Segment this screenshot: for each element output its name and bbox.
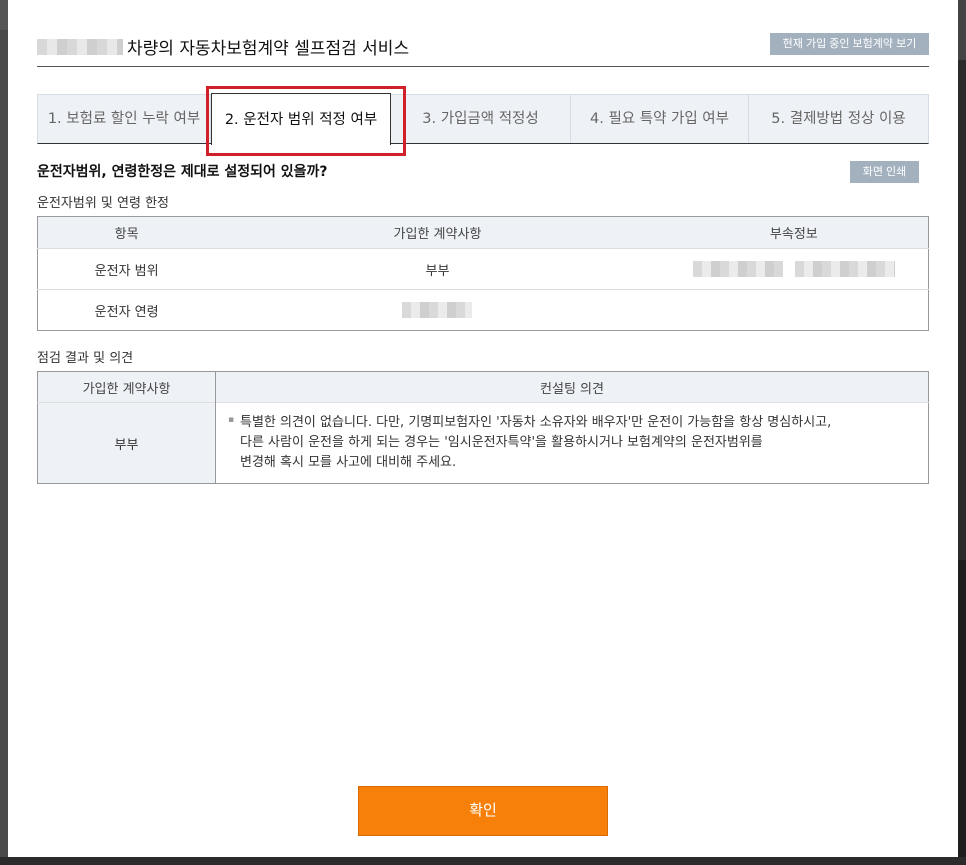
table-row: 부부 ▪ 특별한 의견이 없습니다. 다만, 기명피보험자인 '자동차 소유자와… <box>37 402 929 484</box>
tab-payment-method[interactable]: 5. 결제방법 정상 이용 <box>749 95 928 143</box>
self-check-modal: 차량의 자동차보험계약 셀프점검 서비스 현재 가입 중인 보험계약 보기 1.… <box>8 0 958 857</box>
print-button[interactable]: 화면 인쇄 <box>850 161 919 183</box>
table-header-row: 항목 가입한 계약사항 부속정보 <box>37 216 929 249</box>
column-header-contract: 가입한 계약사항 <box>215 216 660 249</box>
driver-range-table: 항목 가입한 계약사항 부속정보 운전자 범위 부부 운전자 연령 <box>37 216 929 331</box>
background-left <box>0 0 8 865</box>
opinion-line: 특별한 의견이 없습니다. 다만, 기명피보험자인 '자동차 소유자와 배우자'… <box>240 415 832 430</box>
row-extra-driver-range <box>659 248 929 290</box>
blurred-driver-info-2 <box>794 261 895 277</box>
view-current-contract-button[interactable]: 현재 가입 중인 보험계약 보기 <box>770 33 929 55</box>
background-right <box>958 0 966 865</box>
tab-special-terms[interactable]: 4. 필요 특약 가입 여부 <box>571 95 749 143</box>
result-table: 가입한 계약사항 컨설팅 의견 부부 ▪ 특별한 의견이 없습니다. 다만, 기… <box>37 371 929 484</box>
page-title: 차량의 자동차보험계약 셀프점검 서비스 <box>37 34 409 59</box>
bullet-icon: ▪ <box>228 415 235 425</box>
row-item-driver-age: 운전자 연령 <box>37 289 216 331</box>
section-driver-range-label: 운전자범위 및 연령 한정 <box>37 196 169 211</box>
background-bottom <box>0 857 966 865</box>
column-header-item: 항목 <box>37 216 216 249</box>
column-header-opinion: 컨설팅 의견 <box>215 371 929 403</box>
opinion-line: 다른 사람이 운전을 하게 되는 경우는 '임시운전자특약'을 활용하시거나 보… <box>240 435 763 450</box>
table-header-row: 가입한 계약사항 컨설팅 의견 <box>37 371 929 403</box>
column-header-extra-info: 부속정보 <box>659 216 929 249</box>
blurred-driver-info-1 <box>692 261 783 277</box>
column-header-contract: 가입한 계약사항 <box>37 371 216 403</box>
confirm-button[interactable]: 확인 <box>358 786 608 836</box>
row-item-driver-range: 운전자 범위 <box>37 248 216 290</box>
blurred-vehicle-number <box>37 38 123 55</box>
table-row: 운전자 범위 부부 <box>37 248 929 290</box>
row-extra-driver-age <box>659 289 929 331</box>
page-title-text: 차량의 자동차보험계약 셀프점검 서비스 <box>127 39 410 59</box>
row-value-driver-age <box>215 289 660 331</box>
row-value-driver-range: 부부 <box>215 248 660 290</box>
result-contract-value: 부부 <box>37 402 216 484</box>
modal-header: 차량의 자동차보험계약 셀프점검 서비스 현재 가입 중인 보험계약 보기 <box>37 30 929 67</box>
blurred-driver-age <box>402 302 473 318</box>
section-result-label: 점검 결과 및 의견 <box>37 351 134 366</box>
table-row: 운전자 연령 <box>37 289 929 331</box>
opinion-line: 변경해 혹시 모를 사고에 대비해 주세요. <box>240 455 457 470</box>
tab-driver-range[interactable]: 2. 운전자 범위 적정 여부 <box>211 93 391 145</box>
consulting-opinion: ▪ 특별한 의견이 없습니다. 다만, 기명피보험자인 '자동차 소유자와 배우… <box>215 402 929 484</box>
question-heading: 운전자범위, 연령한정은 제대로 설정되어 있을까? <box>37 164 328 180</box>
tab-discount-omission[interactable]: 1. 보험료 할인 누락 여부 <box>38 95 211 143</box>
check-tabs: 1. 보험료 할인 누락 여부 2. 운전자 범위 적정 여부 3. 가입금액 … <box>37 93 929 145</box>
tab-coverage-amount[interactable]: 3. 가입금액 적정성 <box>391 95 571 143</box>
